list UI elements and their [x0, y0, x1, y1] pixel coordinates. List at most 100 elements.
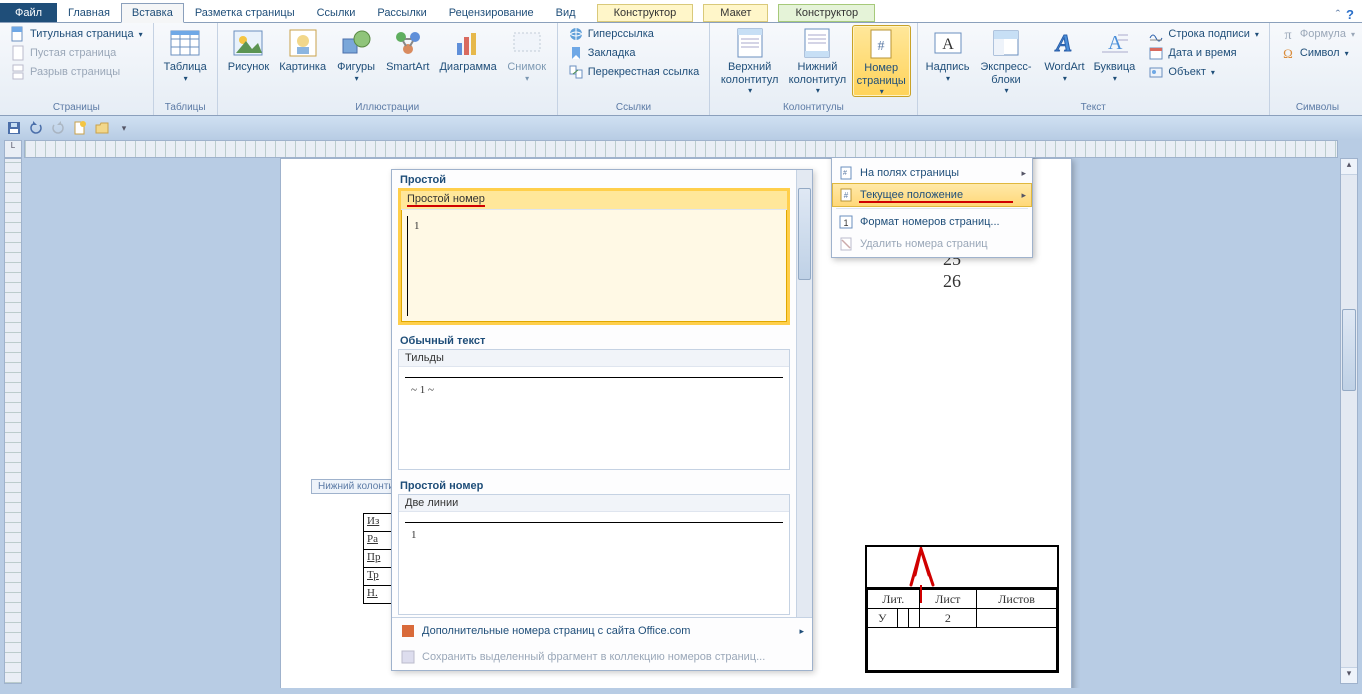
undo-icon[interactable]	[28, 120, 44, 136]
gallery-scrollbar[interactable]	[796, 170, 812, 617]
page-number-button[interactable]: #Номер страницы▾	[852, 25, 911, 97]
textbox-button[interactable]: AНадпись▾	[924, 25, 972, 83]
scroll-thumb[interactable]	[1342, 309, 1356, 391]
office-icon	[400, 623, 416, 639]
group-pages-title: Страницы	[6, 101, 147, 115]
new-icon[interactable]	[72, 120, 88, 136]
save-icon[interactable]	[6, 120, 22, 136]
open-icon[interactable]	[94, 120, 110, 136]
gallery-item-tildes[interactable]: Тильды ~ 1 ~	[398, 349, 790, 470]
gallery-item-two-lines[interactable]: Две линии 1	[398, 494, 790, 615]
ribbon: Титульная страница▾ Пустая страница Разр…	[0, 23, 1362, 116]
group-text: AНадпись▾ Экспресс-блоки▾ AWordArt▾ AБук…	[918, 23, 1270, 115]
equation-icon: π	[1280, 26, 1296, 42]
vertical-ruler[interactable]	[4, 158, 22, 684]
group-tables-title: Таблицы	[160, 101, 211, 115]
screenshot-button[interactable]: Снимок▾	[503, 25, 551, 83]
tab-view[interactable]: Вид	[545, 3, 587, 22]
group-links: Гиперссылка Закладка Перекрестная ссылка…	[558, 23, 711, 115]
tab-home[interactable]: Главная	[57, 3, 121, 22]
smartart-button[interactable]: SmartArt	[382, 25, 433, 74]
red-underline-annotation	[859, 201, 1013, 203]
document-page[interactable]: 2526 Нижний колонтит ИзРаПрТрН. Лит.Лист…	[280, 158, 1072, 688]
tab-mailings[interactable]: Рассылки	[366, 3, 437, 22]
wordart-button[interactable]: AWordArt▾	[1040, 25, 1088, 83]
page-break-button[interactable]: Разрыв страницы	[6, 63, 147, 81]
remove-icon	[838, 236, 854, 252]
chart-icon	[452, 27, 484, 59]
gallery-footer: Дополнительные номера страниц с сайта Of…	[392, 617, 812, 670]
group-text-title: Текст	[924, 101, 1263, 115]
format-icon: 1	[838, 214, 854, 230]
gallery-section-plaintext: Обычный текст	[392, 331, 796, 349]
vertical-scrollbar[interactable]: ▴ ▾	[1340, 158, 1358, 684]
blank-page-button[interactable]: Пустая страница	[6, 44, 147, 62]
picture-button[interactable]: Рисунок	[224, 25, 274, 74]
object-icon	[1148, 64, 1164, 80]
scroll-down-icon[interactable]: ▾	[1341, 667, 1357, 683]
ribbon-tabs: Файл Главная Вставка Разметка страницы С…	[0, 0, 1362, 23]
quick-access-toolbar: ▾	[0, 116, 1362, 141]
tab-context-layout[interactable]: Макет	[703, 4, 768, 22]
group-hf-title: Колонтитулы	[716, 101, 910, 115]
save-selection-button: Сохранить выделенный фрагмент в коллекци…	[392, 644, 812, 670]
save-selection-icon	[400, 649, 416, 665]
header-button[interactable]: Верхний колонтитул▾	[716, 25, 783, 95]
table-icon	[169, 27, 201, 59]
object-button[interactable]: Объект▾	[1144, 63, 1262, 81]
window-system-icons: ˆ ?	[1336, 7, 1362, 22]
svg-text:#: #	[843, 170, 847, 177]
svg-text:#: #	[844, 191, 849, 200]
menu-page-margins[interactable]: #На полях страницы▸	[832, 162, 1032, 184]
help-icon[interactable]: ?	[1346, 7, 1354, 22]
hyperlink-button[interactable]: Гиперссылка	[564, 25, 704, 43]
svg-text:1: 1	[843, 218, 848, 228]
document-workspace: L ▴ ▾ 2526 Нижний колонтит ИзРаПрТрН. Ли…	[0, 140, 1362, 694]
crossref-icon	[568, 64, 584, 80]
gallery-item-simple-number[interactable]: Простой номер 1	[398, 188, 790, 325]
left-edge-table: ИзРаПрТрН.	[363, 513, 392, 604]
menu-format-numbers[interactable]: 1Формат номеров страниц...	[832, 211, 1032, 233]
signature-icon	[1148, 26, 1164, 42]
date-time-button[interactable]: Дата и время	[1144, 44, 1262, 62]
tab-review[interactable]: Рецензирование	[438, 3, 545, 22]
table-button[interactable]: Таблица▾	[160, 25, 211, 83]
ribbon-minimize-icon[interactable]: ˆ	[1336, 7, 1340, 22]
svg-text:A: A	[1054, 31, 1072, 57]
page-number-gallery: Простой Простой номер 1 Обычный текст Ти…	[391, 169, 813, 671]
qat-more-icon[interactable]: ▾	[116, 120, 132, 136]
current-pos-icon: #	[838, 187, 854, 203]
clipart-button[interactable]: Картинка	[275, 25, 330, 74]
header-icon	[734, 27, 766, 59]
chart-button[interactable]: Диаграмма	[435, 25, 500, 74]
scroll-up-icon[interactable]: ▴	[1341, 159, 1357, 175]
tab-references[interactable]: Ссылки	[306, 3, 367, 22]
tab-page-layout[interactable]: Разметка страницы	[184, 3, 306, 22]
symbol-button[interactable]: ΩСимвол▾	[1276, 44, 1359, 62]
group-header-footer: Верхний колонтитул▾ Нижний колонтитул▾ #…	[710, 23, 917, 115]
horizontal-ruler[interactable]	[24, 140, 1338, 158]
signature-line-button[interactable]: Строка подписи▾	[1144, 25, 1262, 43]
tab-file[interactable]: Файл	[0, 3, 57, 22]
ruler-corner[interactable]: L	[4, 140, 22, 158]
equation-button[interactable]: πФормула▾	[1276, 25, 1359, 43]
margins-icon: #	[838, 165, 854, 181]
shapes-button[interactable]: Фигуры▾	[332, 25, 380, 83]
quickparts-button[interactable]: Экспресс-блоки▾	[974, 25, 1039, 95]
blank-page-icon	[10, 45, 26, 61]
svg-text:π: π	[1284, 28, 1291, 42]
tab-context-design1[interactable]: Конструктор	[597, 4, 694, 22]
redo-icon[interactable]	[50, 120, 66, 136]
tab-insert[interactable]: Вставка	[121, 3, 184, 23]
svg-text:Ω: Ω	[1283, 46, 1293, 61]
menu-current-position[interactable]: #Текущее положение▸	[832, 183, 1032, 207]
svg-text:A: A	[942, 36, 954, 53]
cover-page-button[interactable]: Титульная страница▾	[6, 25, 147, 43]
tab-context-design2[interactable]: Конструктор	[778, 4, 875, 22]
crossref-button[interactable]: Перекрестная ссылка	[564, 63, 704, 81]
bookmark-button[interactable]: Закладка	[564, 44, 704, 62]
dropcap-button[interactable]: AБуквица▾	[1090, 25, 1138, 83]
footer-button[interactable]: Нижний колонтитул▾	[785, 25, 850, 95]
group-illus-title: Иллюстрации	[224, 101, 551, 115]
more-from-office-button[interactable]: Дополнительные номера страниц с сайта Of…	[392, 618, 812, 644]
